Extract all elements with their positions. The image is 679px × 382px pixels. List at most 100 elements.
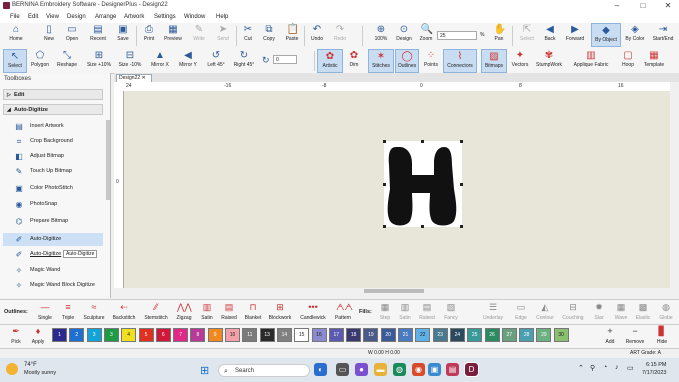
menu-view[interactable]: View: [46, 14, 59, 20]
outline-sculpture[interactable]: ≈ Sculpture: [80, 302, 108, 324]
horizontal-scrollbar[interactable]: [124, 288, 670, 294]
bernina-app-icon[interactable]: D: [464, 362, 479, 377]
menu-arrange[interactable]: Arrange: [95, 14, 116, 20]
chevron-up-icon[interactable]: ⌃: [578, 364, 584, 372]
color-swatch-2[interactable]: 2: [69, 328, 85, 342]
color-swatch-21[interactable]: 21: [398, 328, 413, 342]
cut-button[interactable]: ✂ Cut: [239, 23, 257, 47]
maximize-button[interactable]: □: [632, 0, 654, 12]
toolbox-item-magic-wand-block[interactable]: ✧ Magic Wand Block Digitize: [3, 279, 103, 292]
rotate-right-button[interactable]: ↻ Right 45°: [230, 49, 258, 73]
close-button[interactable]: ✕: [657, 0, 679, 12]
color-swatch-11[interactable]: 11: [242, 328, 258, 342]
tab-design22[interactable]: Design22 ✕: [116, 74, 152, 82]
color-swatch-20[interactable]: 20: [380, 328, 396, 342]
toolbox-item-touch-up-bitmap[interactable]: ✎ Touch Up Bitmap: [3, 165, 103, 178]
outline-backstitch[interactable]: ⇠ Backstitch: [109, 302, 139, 324]
section-auto-digitize[interactable]: ◢ Auto-Digitize: [3, 104, 103, 115]
color-swatch-10[interactable]: 10: [225, 328, 240, 342]
zoom-design-button[interactable]: ⊙ Design: [393, 23, 415, 47]
pan-button[interactable]: ✋ Pan: [490, 23, 508, 47]
outline-single[interactable]: — Single: [34, 302, 56, 324]
taskbar-search[interactable]: ⌕ Search: [218, 364, 310, 377]
color-swatch-27[interactable]: 27: [501, 328, 517, 342]
outline-blanket[interactable]: ⊓ Blanket: [241, 302, 265, 324]
new-button[interactable]: ▯ New: [38, 23, 60, 47]
fill-globe[interactable]: ◍ Globe: [656, 302, 676, 324]
menu-artwork[interactable]: Artwork: [124, 14, 144, 20]
size-plus-button[interactable]: ⊞ Size +10%: [84, 49, 114, 73]
dim-button[interactable]: ✿ Dim: [344, 49, 364, 73]
undo-button[interactable]: ↶ Undo: [307, 23, 327, 47]
color-swatch-16[interactable]: 16: [311, 328, 327, 342]
color-swatch-7[interactable]: 7: [173, 328, 189, 342]
menu-help[interactable]: Help: [216, 14, 228, 20]
color-swatch-24[interactable]: 24: [449, 328, 465, 342]
windows-start-icon[interactable]: ⊞: [200, 364, 209, 377]
start-end-button[interactable]: ⇥ Start/End: [649, 23, 677, 47]
angle-combo[interactable]: 0: [273, 55, 297, 64]
fill-couching[interactable]: ⊟ Couching: [558, 302, 588, 324]
outline-stemstitch[interactable]: ⁄⁄ Stemstitch: [140, 302, 172, 324]
outline-candlewick[interactable]: ••• Candlewick: [296, 302, 330, 324]
fill-raised[interactable]: ▤ Raised: [416, 302, 438, 324]
fill-contour[interactable]: ◭ Contour: [533, 302, 557, 324]
reshape-button[interactable]: ⤡ Reshape: [54, 49, 80, 73]
color-swatch-29[interactable]: 29: [536, 328, 552, 342]
menu-window[interactable]: Window: [184, 14, 205, 20]
edge-browser-icon[interactable]: ◍: [393, 363, 406, 376]
outline-raised[interactable]: ▤ Raised: [218, 302, 240, 324]
color-swatch-26[interactable]: 26: [484, 328, 500, 342]
task-view-icon[interactable]: ▭: [336, 363, 349, 376]
section-edit[interactable]: ▷ Edit: [3, 89, 103, 100]
close-tab-icon[interactable]: ✕: [142, 75, 146, 81]
zoom-100-button[interactable]: ⊕ 100%: [370, 23, 392, 47]
rotate-left-button[interactable]: ↺ Left 45°: [203, 49, 229, 73]
color-swatch-22[interactable]: 22: [415, 328, 431, 342]
color-swatch-5[interactable]: 5: [138, 328, 154, 342]
weather-temp[interactable]: 74°F: [24, 362, 37, 368]
speaker-icon[interactable]: ♪: [615, 364, 619, 371]
size-minus-button[interactable]: ⊟ Size -10%: [116, 49, 144, 73]
vertical-scrollbar[interactable]: [670, 82, 679, 294]
pick-button[interactable]: ✒ Pick: [6, 326, 26, 348]
clock-date[interactable]: 7/17/2023: [642, 370, 666, 376]
vectors-button[interactable]: ✦ Vectors: [508, 49, 532, 73]
stumpwork-button[interactable]: ✾ StumpWork: [533, 49, 565, 73]
menu-file[interactable]: File: [10, 14, 20, 20]
fill-edge[interactable]: ▭ Edge: [510, 302, 532, 324]
template-button[interactable]: ▦ Template: [640, 49, 668, 73]
toolbox-item-crop-background[interactable]: ⌗ Crop Background: [3, 135, 103, 148]
chrome-icon[interactable]: ◉: [412, 363, 425, 376]
open-button[interactable]: ▭ Open: [61, 23, 83, 47]
battery-icon[interactable]: ▭: [627, 364, 634, 372]
points-button[interactable]: ⁘ Points: [421, 49, 441, 73]
bitmaps-button[interactable]: ▨ Bitmaps: [481, 49, 507, 73]
home-button[interactable]: ⌂ Home: [4, 23, 28, 47]
copy-button[interactable]: ⧉ Copy: [259, 23, 279, 47]
hide-palette-button[interactable]: ▊ Hide: [652, 326, 672, 348]
outline-zigzag[interactable]: ⋀⋀ Zigzag: [172, 302, 196, 324]
color-swatch-8[interactable]: 8: [190, 328, 206, 342]
back-button[interactable]: ◀ Back: [540, 23, 560, 47]
weather-desc[interactable]: Mostly sunny: [24, 370, 56, 376]
color-swatch-3[interactable]: 3: [86, 328, 102, 342]
copilot-icon[interactable]: ◐: [314, 363, 327, 376]
color-swatch-19[interactable]: 19: [363, 328, 379, 342]
color-swatch-13[interactable]: 13: [259, 328, 275, 342]
paste-button[interactable]: 📋 Paste: [282, 23, 302, 47]
color-swatch-28[interactable]: 28: [519, 328, 535, 342]
menu-edit[interactable]: Edit: [28, 14, 38, 20]
fill-star[interactable]: ✹ Star: [590, 302, 608, 324]
color-swatch-23[interactable]: 23: [432, 328, 448, 342]
mirror-x-button[interactable]: ▲ Mirror X: [147, 49, 173, 73]
connectors-button[interactable]: ⌇ Connectors: [443, 49, 477, 73]
print-button[interactable]: ⎙ Print: [139, 23, 159, 47]
save-button[interactable]: ▣ Save: [113, 23, 133, 47]
artistic-button[interactable]: ✿ Artistic: [317, 49, 343, 73]
by-object-button[interactable]: ◆ By Object: [591, 23, 621, 47]
color-swatch-15[interactable]: 15: [294, 328, 310, 342]
color-swatch-18[interactable]: 18: [346, 328, 362, 342]
toolbox-item-adjust-bitmap[interactable]: ◧ Adjust Bitmap: [3, 150, 103, 163]
toolbox-scrollbar[interactable]: [106, 120, 110, 200]
